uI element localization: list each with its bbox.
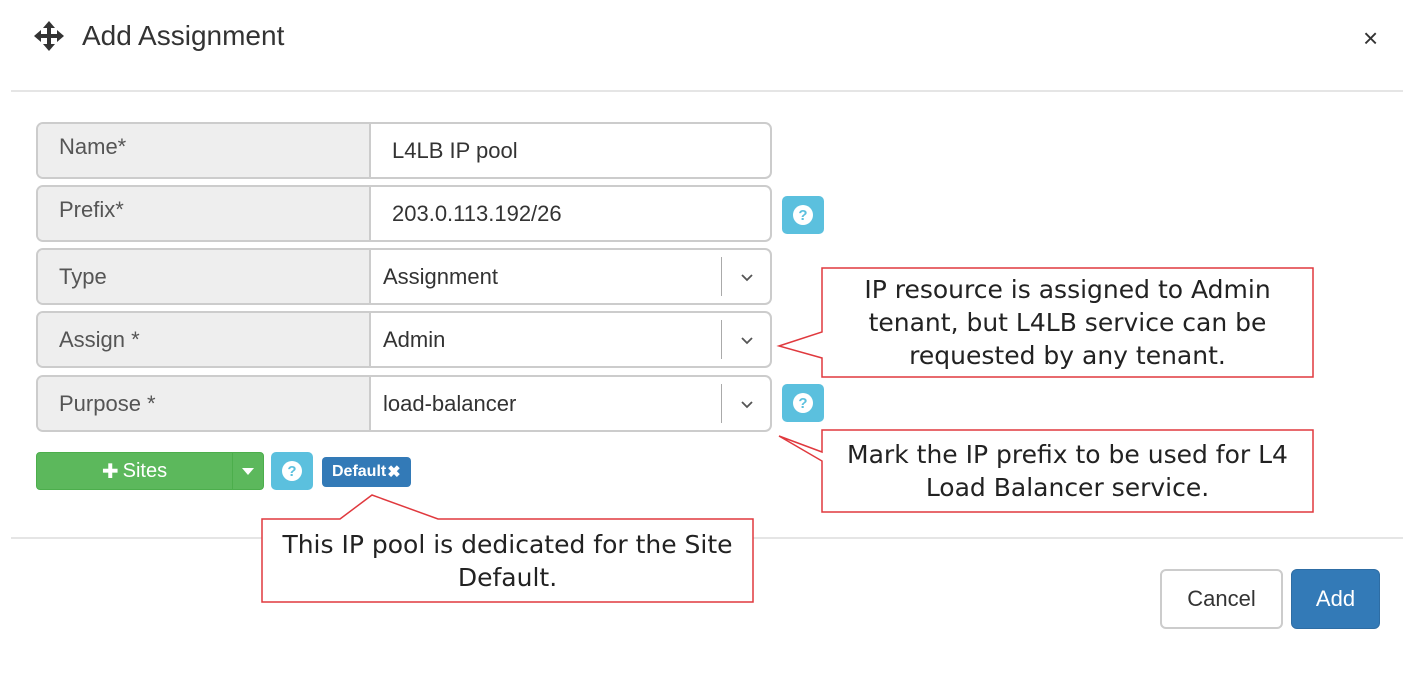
add-sites-button[interactable]: ✚ Sites [36,452,264,490]
purpose-label: Purpose * [38,377,371,430]
site-callout-text: This IP pool is dedicated for the Site D… [282,530,733,592]
move-arrows-icon[interactable] [34,21,64,51]
select-separator [721,320,722,359]
sites-dropdown-toggle[interactable] [232,453,263,489]
chevron-down-icon [741,336,753,344]
header-divider [11,90,1403,92]
question-icon: ? [793,205,813,225]
dialog-title: Add Assignment [82,20,285,51]
add-sites-label: Sites [122,459,168,482]
type-selected-value: Assignment [383,263,498,289]
sites-help-button[interactable]: ? [271,452,313,490]
question-icon: ? [793,393,813,413]
prefix-label: Prefix* [38,187,371,240]
add-button[interactable]: Add [1291,569,1380,629]
prefix-row: Prefix* 203.0.113.192/26 [36,185,772,242]
purpose-callout-text: Mark the IP prefix to be used for L4 Loa… [847,440,1288,502]
cancel-button[interactable]: Cancel [1160,569,1283,629]
caret-down-icon [242,467,254,475]
type-row: Type Assignment [36,248,772,305]
purpose-row: Purpose * load-balancer [36,375,772,432]
chevron-down-icon [741,273,753,281]
assign-select[interactable]: Admin [371,313,770,366]
add-sites-main[interactable]: ✚ Sites [37,453,232,489]
site-tag-label: Default [332,463,387,480]
assign-selected-value: Admin [383,326,446,352]
name-input[interactable]: L4LB IP pool [371,124,770,177]
name-row: Name* L4LB IP pool [36,122,772,179]
remove-tag-icon[interactable]: ✖ [387,462,400,482]
prefix-help-button[interactable]: ? [782,196,824,234]
assign-label: Assign * [38,313,371,366]
select-separator [721,257,722,296]
assign-row: Assign * Admin [36,311,772,368]
prefix-input[interactable]: 203.0.113.192/26 [371,187,770,240]
chevron-down-icon [741,400,753,408]
dialog-header: Add Assignment [34,20,284,52]
type-label: Type [38,250,371,303]
select-separator [721,384,722,423]
close-icon[interactable]: × [1363,22,1378,54]
question-icon: ? [282,461,302,481]
purpose-select[interactable]: load-balancer [371,377,770,430]
type-select[interactable]: Assignment [371,250,770,303]
purpose-help-button[interactable]: ? [782,384,824,422]
purpose-selected-value: load-balancer [383,390,517,416]
plus-icon: ✚ [101,460,119,483]
name-label: Name* [38,124,371,177]
assign-callout-text: IP resource is assigned to Admin tenant,… [864,275,1271,370]
site-tag-default: Default ✖ [322,457,411,487]
